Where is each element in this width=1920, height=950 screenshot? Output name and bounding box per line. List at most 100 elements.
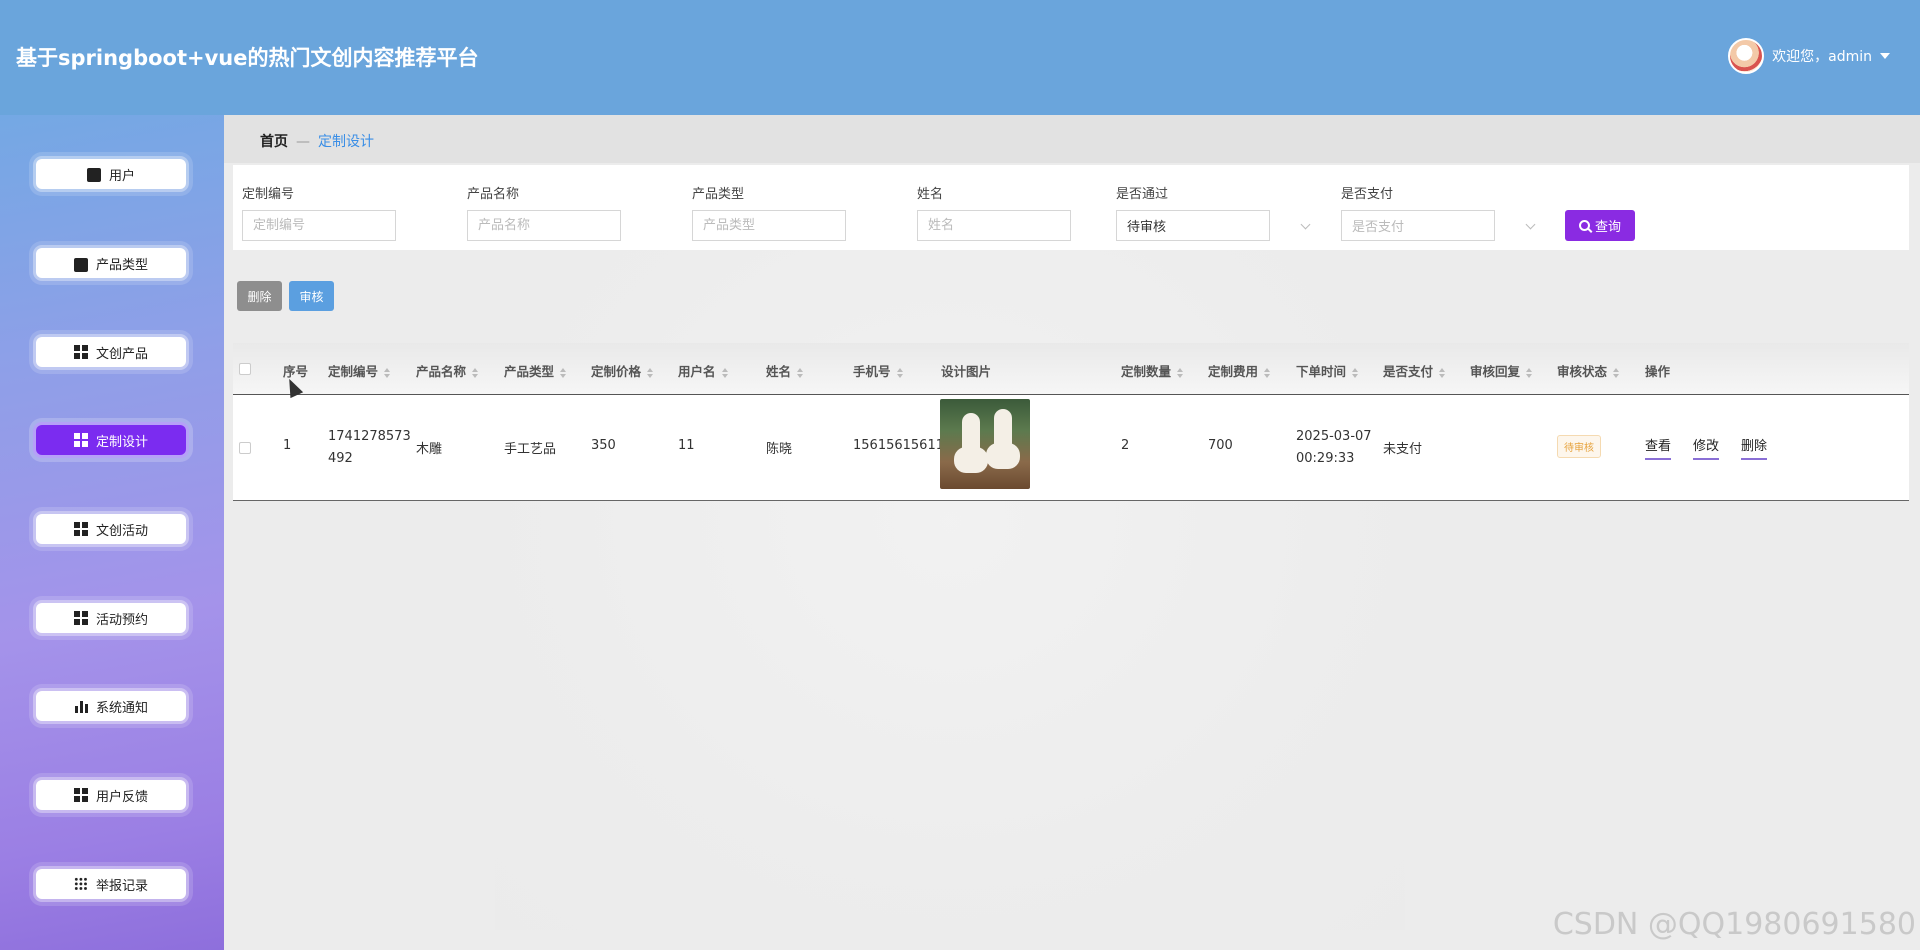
sort-icon[interactable] bbox=[721, 367, 728, 378]
name-input[interactable] bbox=[917, 210, 1071, 241]
view-button[interactable]: 查看 bbox=[1645, 435, 1672, 460]
col-username[interactable]: 用户名 bbox=[678, 361, 728, 380]
sidebar-item-label: 系统通知 bbox=[95, 700, 148, 716]
is-paid-select[interactable]: 是否支付 bbox=[1341, 210, 1536, 241]
col-label: 用户名 bbox=[678, 364, 716, 379]
cell-order-time: 2025-03-07 00:29:33 bbox=[1296, 429, 1372, 466]
sidebar-item-report-record[interactable]: 举报记录 bbox=[36, 869, 186, 899]
user-menu[interactable]: 欢迎您，admin bbox=[1728, 38, 1890, 74]
grid-icon bbox=[73, 345, 88, 359]
sort-icon[interactable] bbox=[1439, 367, 1446, 378]
col-price[interactable]: 定制价格 bbox=[591, 361, 654, 380]
field-label: 姓名 bbox=[917, 187, 944, 202]
chevron-down-icon[interactable] bbox=[1525, 219, 1536, 230]
col-label: 定制数量 bbox=[1121, 364, 1172, 379]
is-passed-select[interactable]: 待审核 bbox=[1116, 210, 1311, 241]
col-label: 产品类型 bbox=[504, 364, 555, 379]
top-header: 基于springboot+vue的热门文创内容推荐平台 欢迎您，admin bbox=[0, 0, 1920, 115]
sidebar-item-label: 文创活动 bbox=[95, 523, 148, 539]
search-icon bbox=[1578, 220, 1590, 231]
col-order-time[interactable]: 下单时间 bbox=[1296, 361, 1359, 380]
table-row: 1 1741278573492 木雕 手工艺品 350 11 陈晓 156156… bbox=[233, 395, 1909, 501]
col-status[interactable]: 审核状态 bbox=[1557, 361, 1620, 380]
breadcrumb: 首页 — 定制设计 bbox=[260, 131, 374, 151]
delete-button[interactable]: 删除 bbox=[1741, 435, 1768, 460]
sidebar-item-label: 举报记录 bbox=[95, 878, 148, 894]
sidebar-item-label: 文创产品 bbox=[95, 346, 148, 362]
col-paid[interactable]: 是否支付 bbox=[1383, 361, 1446, 380]
col-quantity[interactable]: 定制数量 bbox=[1121, 361, 1184, 380]
grid-icon bbox=[73, 788, 88, 802]
sidebar-item-system-notice[interactable]: 系统通知 bbox=[36, 691, 186, 721]
query-button[interactable]: 查询 bbox=[1565, 210, 1635, 241]
cell-paid: 未支付 bbox=[1383, 442, 1423, 457]
sidebar-item-user-feedback[interactable]: 用户反馈 bbox=[36, 780, 186, 810]
sort-icon[interactable] bbox=[797, 367, 804, 378]
user-greeting[interactable]: 欢迎您，admin bbox=[1772, 46, 1872, 66]
breadcrumb-separator: — bbox=[296, 134, 310, 150]
audit-button[interactable]: 审核 bbox=[289, 281, 334, 311]
caret-down-icon[interactable] bbox=[1880, 53, 1890, 59]
design-image[interactable] bbox=[940, 399, 1030, 489]
design-image-figure bbox=[986, 443, 1020, 469]
col-fee[interactable]: 定制费用 bbox=[1208, 361, 1271, 380]
sidebar: 用户 产品类型 文创产品 定制设计 文创活动 活动预约 系统通知 用户反馈 举报… bbox=[0, 115, 224, 950]
avatar[interactable] bbox=[1728, 38, 1765, 74]
col-label: 是否支付 bbox=[1383, 364, 1434, 379]
batch-delete-button[interactable]: 删除 bbox=[237, 281, 282, 311]
sort-icon[interactable] bbox=[896, 367, 903, 378]
field-is-paid: 是否支付 是否支付 bbox=[1341, 183, 1536, 241]
cell-phone: 15615615611 bbox=[853, 438, 944, 453]
sidebar-item-user[interactable]: 用户 bbox=[36, 159, 186, 189]
custom-code-input[interactable] bbox=[242, 210, 396, 241]
cell-username: 11 bbox=[678, 438, 695, 453]
sort-icon[interactable] bbox=[1177, 367, 1184, 378]
search-panel: 定制编号 产品名称 产品类型 姓名 是否通过 待审核 是否支付 是否支付 查询 bbox=[233, 165, 1909, 250]
sort-icon[interactable] bbox=[1264, 367, 1271, 378]
col-label: 姓名 bbox=[766, 364, 792, 379]
sort-icon[interactable] bbox=[1613, 367, 1620, 378]
col-label: 定制费用 bbox=[1208, 364, 1259, 379]
sidebar-item-product-type[interactable]: 产品类型 bbox=[36, 248, 186, 278]
col-phone[interactable]: 手机号 bbox=[853, 361, 903, 380]
row-checkbox[interactable] bbox=[239, 442, 251, 454]
sidebar-item-activity-booking[interactable]: 活动预约 bbox=[36, 603, 186, 633]
bar-chart-icon bbox=[73, 699, 88, 713]
sort-icon[interactable] bbox=[472, 367, 479, 378]
field-custom-code: 定制编号 bbox=[242, 183, 396, 241]
sidebar-item-label: 定制设计 bbox=[95, 434, 148, 450]
col-name[interactable]: 姓名 bbox=[766, 361, 804, 380]
col-ops: 操作 bbox=[1645, 364, 1671, 379]
sort-icon[interactable] bbox=[647, 367, 654, 378]
sort-icon[interactable] bbox=[384, 367, 391, 378]
edit-button[interactable]: 修改 bbox=[1693, 435, 1720, 460]
sort-icon[interactable] bbox=[1352, 367, 1359, 378]
col-product-name[interactable]: 产品名称 bbox=[416, 361, 479, 380]
field-is-passed: 是否通过 待审核 bbox=[1116, 183, 1311, 241]
product-name-input[interactable] bbox=[467, 210, 621, 241]
sort-icon[interactable] bbox=[1526, 367, 1533, 378]
select-all-checkbox[interactable] bbox=[239, 363, 251, 375]
sidebar-item-custom-design[interactable]: 定制设计 bbox=[36, 425, 186, 455]
col-label: 手机号 bbox=[853, 364, 891, 379]
col-product-type[interactable]: 产品类型 bbox=[504, 361, 567, 380]
col-reply[interactable]: 审核回复 bbox=[1470, 361, 1533, 380]
field-product-type: 产品类型 bbox=[692, 183, 846, 241]
field-product-name: 产品名称 bbox=[467, 183, 621, 241]
field-label: 是否支付 bbox=[1341, 187, 1394, 202]
col-custom-code[interactable]: 定制编号 bbox=[328, 361, 391, 380]
sidebar-item-cultural-activity[interactable]: 文创活动 bbox=[36, 514, 186, 544]
bag-icon bbox=[73, 257, 88, 272]
query-button-label: 查询 bbox=[1594, 220, 1621, 235]
col-label: 下单时间 bbox=[1296, 364, 1347, 379]
sidebar-item-cultural-product[interactable]: 文创产品 bbox=[36, 337, 186, 367]
field-label: 是否通过 bbox=[1116, 187, 1169, 202]
breadcrumb-bar: 首页 — 定制设计 bbox=[224, 115, 1920, 163]
breadcrumb-home[interactable]: 首页 bbox=[260, 134, 288, 150]
status-badge: 待审核 bbox=[1557, 435, 1601, 458]
sort-icon[interactable] bbox=[560, 367, 567, 378]
cell-fee: 700 bbox=[1208, 438, 1233, 453]
grid-icon bbox=[73, 433, 88, 447]
chevron-down-icon[interactable] bbox=[1300, 219, 1311, 230]
product-type-input[interactable] bbox=[692, 210, 846, 241]
